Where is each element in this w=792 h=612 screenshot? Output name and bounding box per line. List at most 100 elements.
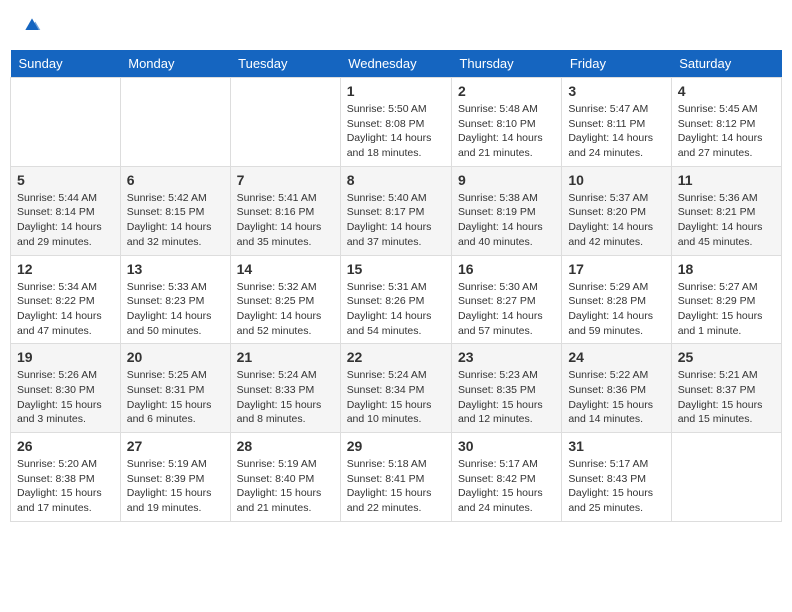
day-info: Sunrise: 5:47 AM Sunset: 8:11 PM Dayligh… <box>568 102 664 161</box>
logo <box>20 15 42 35</box>
day-info: Sunrise: 5:20 AM Sunset: 8:38 PM Dayligh… <box>17 457 114 516</box>
day-number: 10 <box>568 172 664 188</box>
logo-icon <box>22 15 42 35</box>
calendar-week-1: 1Sunrise: 5:50 AM Sunset: 8:08 PM Daylig… <box>11 78 782 167</box>
day-info: Sunrise: 5:41 AM Sunset: 8:16 PM Dayligh… <box>237 191 334 250</box>
calendar-week-3: 12 Sunrise: 5:34 AM Sunset: 8:22 PM Dayli… <box>11 255 782 344</box>
day-number: 24 <box>568 349 664 365</box>
day-info: Sunrise: 5:45 AM Sunset: 8:12 PM Dayligh… <box>678 102 775 161</box>
day-info: Sunrise: 5:33 AM Sunset: 8:23 PM Dayligh… <box>127 280 224 339</box>
day-info: Sunrise: 5:22 AM Sunset: 8:36 PM Dayligh… <box>568 368 664 427</box>
calendar-header-row: SundayMondayTuesdayWednesdayThursdayFrid… <box>11 50 782 78</box>
day-number: 11 <box>678 172 775 188</box>
calendar-cell: 14 Sunrise: 5:32 AM Sunset: 8:25 PM Dayli… <box>230 255 340 344</box>
day-number: 16 <box>458 261 555 277</box>
calendar-cell: 24 Sunrise: 5:22 AM Sunset: 8:36 PM Dayli… <box>562 344 671 433</box>
calendar-week-2: 5 Sunrise: 5:44 AM Sunset: 8:14 PM Daylig… <box>11 166 782 255</box>
day-number: 23 <box>458 349 555 365</box>
day-info: Sunrise: 5:38 AM Sunset: 8:19 PM Dayligh… <box>458 191 555 250</box>
day-number: 7 <box>237 172 334 188</box>
day-info: Sunrise: 5:18 AM Sunset: 8:41 PM Dayligh… <box>347 457 445 516</box>
calendar-header-thursday: Thursday <box>451 50 561 78</box>
calendar-cell: 3 Sunrise: 5:47 AM Sunset: 8:11 PM Daylig… <box>562 78 671 167</box>
calendar-cell: 2 Sunrise: 5:48 AM Sunset: 8:10 PM Daylig… <box>451 78 561 167</box>
day-info: Sunrise: 5:44 AM Sunset: 8:14 PM Dayligh… <box>17 191 114 250</box>
calendar-cell: 27 Sunrise: 5:19 AM Sunset: 8:39 PM Dayli… <box>120 433 230 522</box>
calendar-cell: 20 Sunrise: 5:25 AM Sunset: 8:31 PM Dayli… <box>120 344 230 433</box>
calendar-cell: 10 Sunrise: 5:37 AM Sunset: 8:20 PM Dayli… <box>562 166 671 255</box>
day-number: 25 <box>678 349 775 365</box>
day-info: Sunrise: 5:50 AM Sunset: 8:08 PM Dayligh… <box>347 102 445 161</box>
day-number: 27 <box>127 438 224 454</box>
day-info: Sunrise: 5:24 AM Sunset: 8:34 PM Dayligh… <box>347 368 445 427</box>
day-info: Sunrise: 5:34 AM Sunset: 8:22 PM Dayligh… <box>17 280 114 339</box>
calendar-cell: 13 Sunrise: 5:33 AM Sunset: 8:23 PM Dayli… <box>120 255 230 344</box>
calendar-cell <box>120 78 230 167</box>
day-number: 28 <box>237 438 334 454</box>
page-header <box>10 10 782 40</box>
calendar-cell: 1Sunrise: 5:50 AM Sunset: 8:08 PM Daylig… <box>340 78 451 167</box>
calendar-cell: 29 Sunrise: 5:18 AM Sunset: 8:41 PM Dayli… <box>340 433 451 522</box>
day-number: 21 <box>237 349 334 365</box>
calendar-cell: 17 Sunrise: 5:29 AM Sunset: 8:28 PM Dayli… <box>562 255 671 344</box>
day-info: Sunrise: 5:17 AM Sunset: 8:42 PM Dayligh… <box>458 457 555 516</box>
day-number: 2 <box>458 83 555 99</box>
day-info: Sunrise: 5:19 AM Sunset: 8:39 PM Dayligh… <box>127 457 224 516</box>
calendar-cell <box>230 78 340 167</box>
day-number: 26 <box>17 438 114 454</box>
day-number: 22 <box>347 349 445 365</box>
day-info: Sunrise: 5:30 AM Sunset: 8:27 PM Dayligh… <box>458 280 555 339</box>
day-info: Sunrise: 5:37 AM Sunset: 8:20 PM Dayligh… <box>568 191 664 250</box>
calendar-header-friday: Friday <box>562 50 671 78</box>
calendar-cell: 22 Sunrise: 5:24 AM Sunset: 8:34 PM Dayli… <box>340 344 451 433</box>
calendar-cell: 6Sunrise: 5:42 AM Sunset: 8:15 PM Daylig… <box>120 166 230 255</box>
day-number: 18 <box>678 261 775 277</box>
day-number: 19 <box>17 349 114 365</box>
day-info: Sunrise: 5:32 AM Sunset: 8:25 PM Dayligh… <box>237 280 334 339</box>
day-number: 14 <box>237 261 334 277</box>
calendar-cell: 5 Sunrise: 5:44 AM Sunset: 8:14 PM Daylig… <box>11 166 121 255</box>
day-number: 3 <box>568 83 664 99</box>
day-number: 15 <box>347 261 445 277</box>
calendar-cell: 7 Sunrise: 5:41 AM Sunset: 8:16 PM Daylig… <box>230 166 340 255</box>
day-number: 30 <box>458 438 555 454</box>
calendar-cell: 28 Sunrise: 5:19 AM Sunset: 8:40 PM Dayli… <box>230 433 340 522</box>
day-number: 9 <box>458 172 555 188</box>
day-number: 20 <box>127 349 224 365</box>
day-number: 8 <box>347 172 445 188</box>
day-number: 31 <box>568 438 664 454</box>
calendar-cell: 30 Sunrise: 5:17 AM Sunset: 8:42 PM Dayli… <box>451 433 561 522</box>
calendar-header-wednesday: Wednesday <box>340 50 451 78</box>
day-info: Sunrise: 5:48 AM Sunset: 8:10 PM Dayligh… <box>458 102 555 161</box>
day-info: Sunrise: 5:29 AM Sunset: 8:28 PM Dayligh… <box>568 280 664 339</box>
day-info: Sunrise: 5:23 AM Sunset: 8:35 PM Dayligh… <box>458 368 555 427</box>
calendar-header-sunday: Sunday <box>11 50 121 78</box>
day-info: Sunrise: 5:40 AM Sunset: 8:17 PM Dayligh… <box>347 191 445 250</box>
day-info: Sunrise: 5:25 AM Sunset: 8:31 PM Dayligh… <box>127 368 224 427</box>
calendar-cell: 26 Sunrise: 5:20 AM Sunset: 8:38 PM Dayli… <box>11 433 121 522</box>
calendar-header-monday: Monday <box>120 50 230 78</box>
calendar-cell <box>671 433 781 522</box>
day-number: 5 <box>17 172 114 188</box>
day-info: Sunrise: 5:17 AM Sunset: 8:43 PM Dayligh… <box>568 457 664 516</box>
day-number: 13 <box>127 261 224 277</box>
day-info: Sunrise: 5:24 AM Sunset: 8:33 PM Dayligh… <box>237 368 334 427</box>
calendar-header-tuesday: Tuesday <box>230 50 340 78</box>
calendar-cell: 12 Sunrise: 5:34 AM Sunset: 8:22 PM Dayli… <box>11 255 121 344</box>
calendar-cell: 23 Sunrise: 5:23 AM Sunset: 8:35 PM Dayli… <box>451 344 561 433</box>
calendar-cell: 19 Sunrise: 5:26 AM Sunset: 8:30 PM Dayli… <box>11 344 121 433</box>
calendar-cell: 18Sunrise: 5:27 AM Sunset: 8:29 PM Dayli… <box>671 255 781 344</box>
day-number: 4 <box>678 83 775 99</box>
day-info: Sunrise: 5:19 AM Sunset: 8:40 PM Dayligh… <box>237 457 334 516</box>
day-info: Sunrise: 5:26 AM Sunset: 8:30 PM Dayligh… <box>17 368 114 427</box>
day-number: 29 <box>347 438 445 454</box>
calendar-cell: 15Sunrise: 5:31 AM Sunset: 8:26 PM Dayli… <box>340 255 451 344</box>
calendar-cell <box>11 78 121 167</box>
day-number: 12 <box>17 261 114 277</box>
calendar-week-5: 26 Sunrise: 5:20 AM Sunset: 8:38 PM Dayli… <box>11 433 782 522</box>
day-info: Sunrise: 5:36 AM Sunset: 8:21 PM Dayligh… <box>678 191 775 250</box>
calendar-cell: 31 Sunrise: 5:17 AM Sunset: 8:43 PM Dayli… <box>562 433 671 522</box>
day-number: 17 <box>568 261 664 277</box>
calendar-week-4: 19 Sunrise: 5:26 AM Sunset: 8:30 PM Dayli… <box>11 344 782 433</box>
day-info: Sunrise: 5:21 AM Sunset: 8:37 PM Dayligh… <box>678 368 775 427</box>
